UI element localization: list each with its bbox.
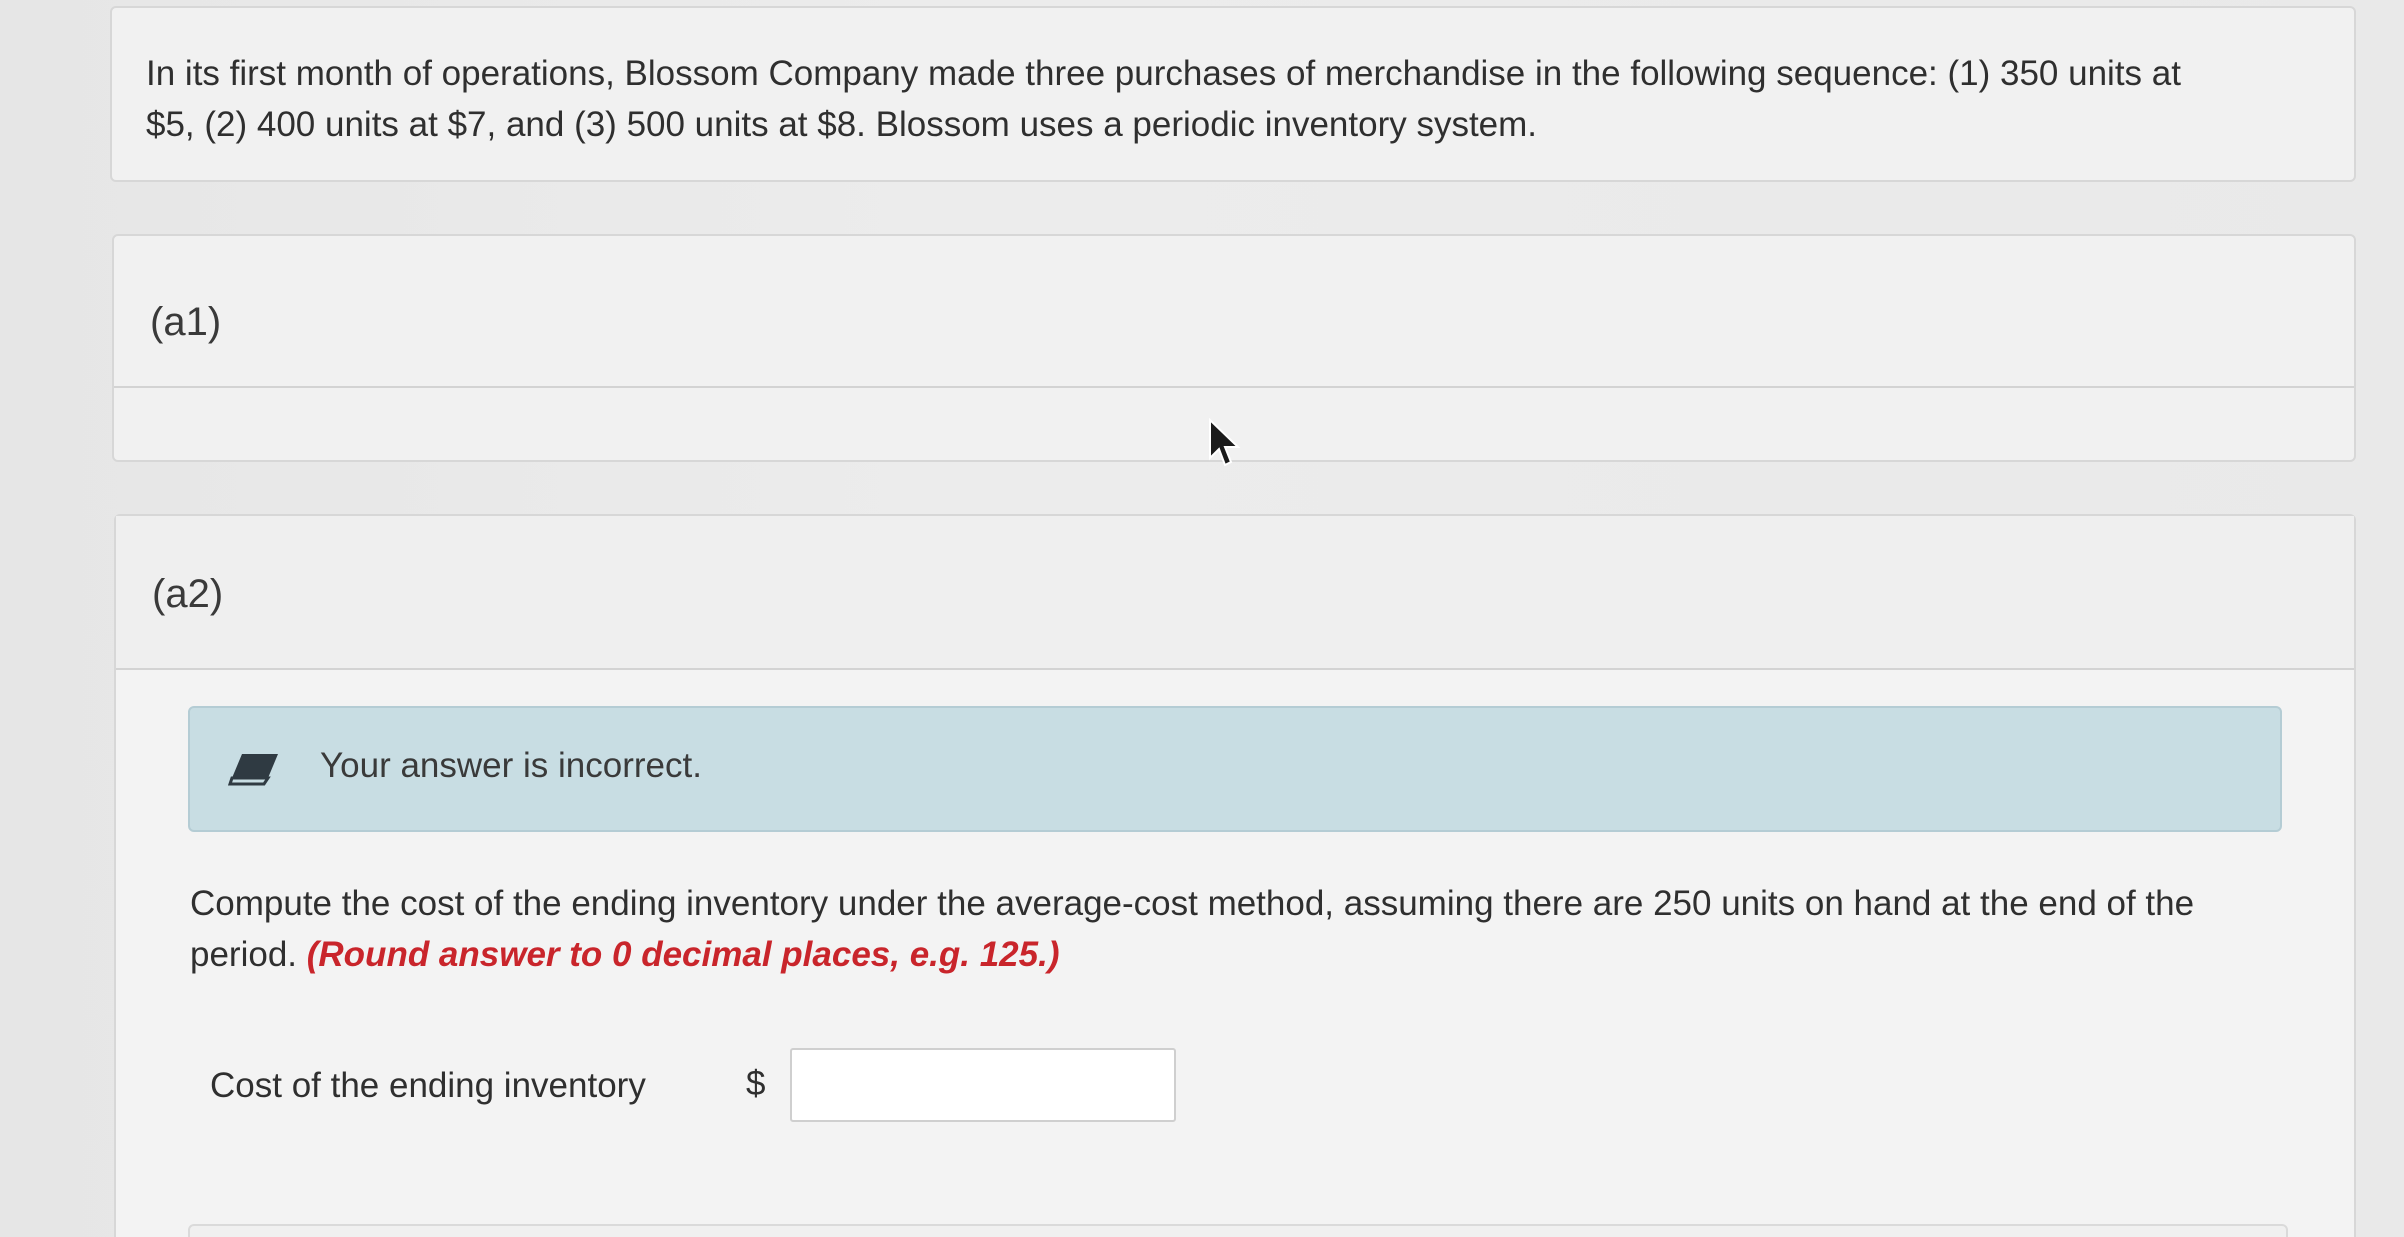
rounding-hint: (Round answer to 0 decimal places, e.g. …: [306, 935, 1060, 974]
part-a1-label: (a1): [150, 300, 222, 344]
part-a2-label: (a2): [152, 572, 224, 616]
feedback-text: Your answer is incorrect.: [320, 746, 702, 785]
currency-symbol: $: [746, 1064, 766, 1103]
page: In its first month of operations, Blosso…: [0, 0, 2404, 1237]
problem-text-line-1: In its first month of operations, Blosso…: [146, 54, 2181, 93]
ending-inventory-cost-input[interactable]: [790, 1048, 1176, 1122]
question-text: Compute the cost of the ending inventory…: [190, 878, 2290, 980]
question-line-2: period. (Round answer to 0 decimal place…: [190, 929, 2290, 980]
problem-text-line-2: $5, (2) 400 units at $7, and (3) 500 uni…: [146, 105, 1538, 144]
part-a2-header[interactable]: (a2): [116, 516, 2354, 670]
answer-row: Cost of the ending inventory $: [210, 1048, 1310, 1122]
next-section-strip: [188, 1224, 2288, 1237]
answer-label: Cost of the ending inventory: [210, 1066, 646, 1105]
problem-statement: In its first month of operations, Blosso…: [110, 6, 2356, 182]
question-line-2-prefix: period.: [190, 935, 307, 974]
pencil-eraser-icon: [227, 748, 284, 788]
feedback-banner: Your answer is incorrect.: [188, 706, 2282, 832]
part-a1-header[interactable]: (a1): [114, 236, 2354, 388]
question-line-1: Compute the cost of the ending inventory…: [190, 884, 2195, 923]
mouse-cursor-icon: [1209, 418, 1241, 467]
part-a2-panel: (a2) Your answer is incorrect. Compute t…: [114, 514, 2356, 1237]
